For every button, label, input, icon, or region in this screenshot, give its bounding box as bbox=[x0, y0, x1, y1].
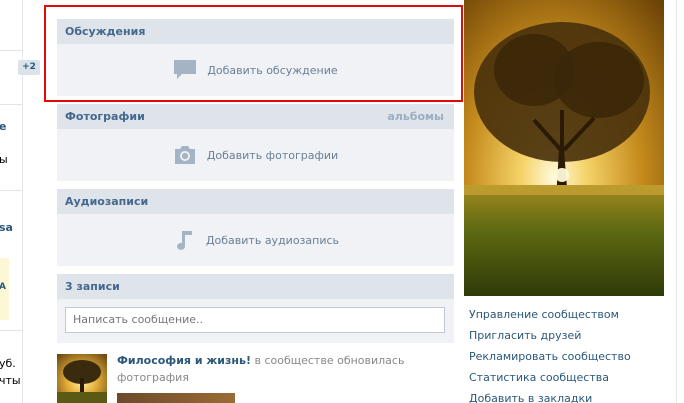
left-fragment: ы bbox=[0, 153, 8, 166]
post-avatar[interactable] bbox=[57, 354, 107, 403]
music-note-icon bbox=[172, 229, 196, 251]
photos-block: Фотографии альбомы Добавить фотографии bbox=[57, 104, 454, 181]
menu-item-invite-friends[interactable]: Пригласить друзей bbox=[469, 328, 631, 349]
menu-item-bookmark[interactable]: Добавить в закладки bbox=[469, 391, 631, 403]
message-input[interactable]: Написать сообщение.. bbox=[65, 307, 445, 333]
column-border bbox=[676, 0, 677, 403]
post-action-text: в сообществе обновилась bbox=[250, 354, 405, 367]
left-fragment: чты bbox=[0, 374, 21, 387]
divider bbox=[0, 190, 23, 191]
left-fragment[interactable]: e bbox=[0, 120, 21, 133]
post-author-link[interactable]: Философия и жизнь! bbox=[117, 354, 251, 367]
post-photo-thumbnail[interactable] bbox=[117, 393, 235, 403]
camera-icon bbox=[173, 144, 197, 166]
wall-header[interactable]: 3 записи bbox=[57, 274, 454, 299]
menu-item-statistics[interactable]: Статистика сообщества bbox=[469, 370, 631, 391]
post-title: Философия и жизнь! в сообществе обновила… bbox=[117, 354, 404, 367]
counter-badge[interactable]: +2 bbox=[18, 60, 40, 75]
photos-title: Фотографии bbox=[65, 110, 145, 123]
audio-header[interactable]: Аудиозаписи bbox=[57, 189, 454, 214]
audio-title: Аудиозаписи bbox=[65, 195, 149, 208]
left-fragment[interactable]: A bbox=[0, 282, 21, 292]
add-photos-label: Добавить фотографии bbox=[206, 148, 339, 162]
left-fragment: уб. bbox=[0, 357, 16, 370]
highlight-frame bbox=[44, 5, 463, 102]
divider bbox=[0, 330, 23, 331]
photos-body: Добавить фотографии bbox=[57, 129, 454, 181]
divider bbox=[0, 104, 23, 105]
albums-link[interactable]: альбомы bbox=[387, 104, 444, 129]
divider bbox=[0, 50, 23, 51]
audio-body: Добавить аудиозапись bbox=[57, 214, 454, 266]
menu-item-manage-community[interactable]: Управление сообществом bbox=[469, 307, 631, 328]
menu-item-advertise[interactable]: Рекламировать сообщество bbox=[469, 349, 631, 370]
add-audio-label: Добавить аудиозапись bbox=[205, 233, 340, 247]
audio-block: Аудиозаписи Добавить аудиозапись bbox=[57, 189, 454, 266]
wall-block: 3 записи Написать сообщение.. bbox=[57, 274, 454, 343]
community-menu: Управление сообществом Пригласить друзей… bbox=[469, 307, 631, 403]
wall-title: 3 записи bbox=[65, 280, 120, 293]
photos-header[interactable]: Фотографии альбомы bbox=[57, 104, 454, 129]
community-cover-image[interactable] bbox=[464, 0, 664, 296]
add-photos-button[interactable]: Добавить фотографии bbox=[57, 129, 454, 181]
add-audio-button[interactable]: Добавить аудиозапись bbox=[57, 214, 454, 266]
post-subtitle: фотография bbox=[117, 371, 189, 384]
left-fragment[interactable]: sa bbox=[0, 221, 21, 234]
